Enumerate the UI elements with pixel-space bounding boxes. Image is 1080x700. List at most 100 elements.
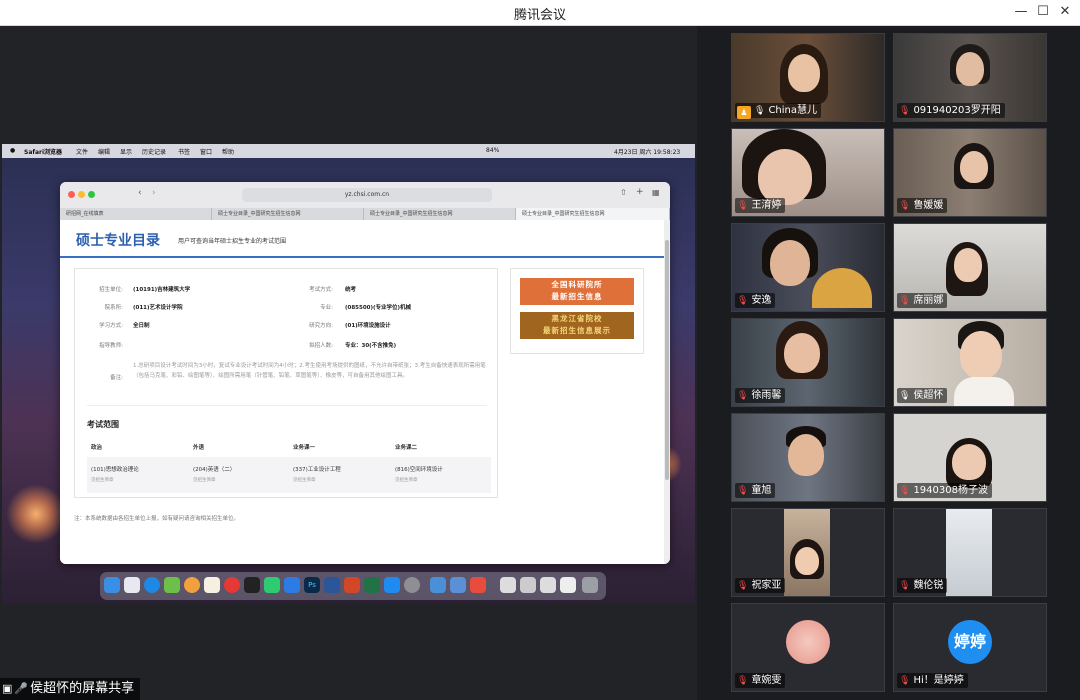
microphone-muted-icon[interactable]: 🎙 — [737, 389, 748, 404]
microphone-muted-icon[interactable]: 🎙 — [899, 579, 910, 594]
study-mode-value: 全日制 — [133, 323, 150, 329]
video-tile-participant-1[interactable]: ♟ 🎙 China慧儿 — [731, 33, 885, 122]
launchpad-icon[interactable] — [124, 577, 140, 593]
close-button[interactable]: ✕ — [1056, 3, 1074, 21]
microphone-muted-icon[interactable]: 🎙 — [737, 579, 748, 594]
menubar-item-bookmarks[interactable]: 书签 — [178, 147, 190, 156]
microphone-icon[interactable]: 🎙 — [754, 104, 765, 119]
url-bar[interactable]: yz.chsi.com.cn — [242, 188, 492, 202]
microphone-muted-icon[interactable]: 🎙 — [899, 294, 910, 309]
video-tile-participant-13[interactable]: 🎙 章婉雯 — [731, 603, 885, 692]
settings-icon[interactable] — [404, 577, 420, 593]
menubar-item-edit[interactable]: 编辑 — [98, 147, 110, 156]
app-store-icon[interactable] — [384, 577, 400, 593]
video-tile-participant-6[interactable]: 🎙 席丽娜 — [893, 223, 1047, 312]
menubar-app-name[interactable]: Safari浏览器 — [24, 147, 62, 156]
shared-mac-desktop: ● Safari浏览器 文件 编辑 显示 历史记录 书签 窗口 帮助 84% 4… — [2, 144, 695, 604]
back-arrow-icon[interactable]: ‹ — [138, 188, 142, 198]
scrollbar-thumb[interactable] — [665, 240, 669, 480]
person-face — [770, 240, 810, 286]
maps-icon[interactable] — [164, 577, 180, 593]
video-tile-participant-11[interactable]: 🎙 祝家亚 — [731, 508, 885, 597]
word-icon[interactable] — [324, 577, 340, 593]
document-icon[interactable] — [520, 577, 536, 593]
exam-sub-course1[interactable]: 见招生简章 — [293, 477, 316, 483]
exam-sub-politics[interactable]: 见招生简章 — [91, 477, 114, 483]
person-clothing — [954, 377, 1014, 406]
participant-nametag: ♟ 🎙 China慧儿 — [735, 103, 822, 119]
participant-name: 安逸 — [751, 295, 772, 306]
wechat-icon[interactable] — [264, 577, 280, 593]
microphone-icon[interactable]: 🎙 — [899, 389, 910, 404]
microphone-muted-icon[interactable]: 🎙 — [899, 484, 910, 499]
menubar-item-window[interactable]: 窗口 — [200, 147, 212, 156]
zoom-dot[interactable] — [88, 191, 95, 198]
banner-heilongjiang[interactable]: 黑龙江省院校 最新招生信息展示 — [520, 312, 634, 339]
microphone-muted-icon[interactable]: 🎙 — [899, 674, 910, 689]
enroll-label: 拟招人数: — [309, 343, 333, 349]
qq-icon[interactable] — [244, 577, 260, 593]
safari-icon[interactable] — [144, 577, 160, 593]
close-dot[interactable] — [68, 191, 75, 198]
finder-icon[interactable] — [104, 577, 120, 593]
microphone-muted-icon[interactable]: 🎙 — [737, 674, 748, 689]
excel-icon[interactable] — [364, 577, 380, 593]
participant-name: 童旭 — [751, 485, 772, 496]
dept-value: (011)艺术设计学院 — [133, 305, 183, 311]
exam-sub-course2[interactable]: 见招生简章 — [395, 477, 418, 483]
exam-sub-language[interactable]: 见招生简章 — [193, 477, 216, 483]
powerpoint-icon[interactable] — [344, 577, 360, 593]
video-tile-participant-14[interactable]: 婷婷 🎙 Hi！是婷婷 — [893, 603, 1047, 692]
minimize-dot[interactable] — [78, 191, 85, 198]
document-icon[interactable] — [540, 577, 556, 593]
video-tile-participant-7[interactable]: 🎙 徐雨馨 — [731, 318, 885, 407]
microphone-muted-icon[interactable]: 🎙 — [899, 104, 910, 119]
forward-arrow-icon[interactable]: › — [152, 188, 156, 198]
microphone-muted-icon[interactable]: 🎙 — [737, 294, 748, 309]
tab-overview-icon[interactable]: ▦ — [652, 188, 660, 197]
menubar-item-history[interactable]: 历史记录 — [142, 147, 166, 156]
baidu-netdisk-icon[interactable] — [430, 577, 446, 593]
microphone-muted-icon[interactable]: 🎙 — [737, 199, 748, 214]
maximize-button[interactable]: ☐ — [1034, 3, 1052, 21]
menubar-item-file[interactable]: 文件 — [76, 147, 88, 156]
person-face — [788, 434, 824, 476]
video-tile-participant-4[interactable]: 🎙 鲁媛媛 — [893, 128, 1047, 217]
video-tile-participant-8[interactable]: 🎙 侯超怀 — [893, 318, 1047, 407]
participant-name: 席丽娜 — [913, 295, 944, 306]
video-tile-participant-3[interactable]: 🎙 王淯婷 — [731, 128, 885, 217]
share-icon[interactable]: ⇧ — [620, 188, 627, 197]
new-tab-icon[interactable]: + — [636, 187, 644, 197]
web-page: 硕士专业目录 用户可查询当年硕士招生专业的考试范围 招生单位: (10191)吉… — [60, 220, 664, 564]
document-icon[interactable] — [560, 577, 576, 593]
tab-yanzhao[interactable]: 研招网_在线填表 — [60, 208, 212, 220]
video-tile-participant-12[interactable]: 🎙 魏伦锐 — [893, 508, 1047, 597]
tab-catalog-1[interactable]: 硕士专业目录_中国研究生招生信息网 — [212, 208, 364, 220]
document-icon[interactable] — [500, 577, 516, 593]
participant-nametag: 🎙 鲁媛媛 — [897, 198, 948, 214]
wps-icon[interactable] — [470, 577, 486, 593]
trash-icon[interactable] — [582, 577, 598, 593]
apple-icon[interactable]: ● — [10, 147, 15, 154]
microphone-muted-icon[interactable]: 🎙 — [899, 199, 910, 214]
video-tile-participant-10[interactable]: 🎙 1940308杨子波 — [893, 413, 1047, 502]
minimize-button[interactable]: — — [1012, 3, 1030, 21]
menubar-item-view[interactable]: 显示 — [120, 147, 132, 156]
video-tile-participant-9[interactable]: 🎙 童旭 — [731, 413, 885, 502]
tab-catalog-active[interactable]: 硕士专业目录_中国研究生招生信息网 — [516, 208, 670, 220]
menubar-item-help[interactable]: 帮助 — [222, 147, 234, 156]
tencent-meeting-icon[interactable] — [284, 577, 300, 593]
video-tile-participant-5[interactable]: 🎙 安逸 — [731, 223, 885, 312]
netease-music-icon[interactable] — [224, 577, 240, 593]
video-tile-participant-2[interactable]: 🎙 091940203罗开阳 — [893, 33, 1047, 122]
exam-header-course2: 业务课二 — [395, 445, 418, 451]
tab-catalog-2[interactable]: 硕士专业目录_中国研究生招生信息网 — [364, 208, 516, 220]
banner-research-institutes[interactable]: 全国科研院所 最新招生信息 — [520, 278, 634, 305]
notes-icon[interactable] — [204, 577, 220, 593]
preview-icon[interactable] — [450, 577, 466, 593]
page-scrollbar[interactable] — [664, 220, 670, 564]
photoshop-icon[interactable]: Ps — [304, 577, 320, 593]
screen-icon: ▣ — [2, 682, 13, 695]
photos-icon[interactable] — [184, 577, 200, 593]
microphone-muted-icon[interactable]: 🎙 — [737, 484, 748, 499]
